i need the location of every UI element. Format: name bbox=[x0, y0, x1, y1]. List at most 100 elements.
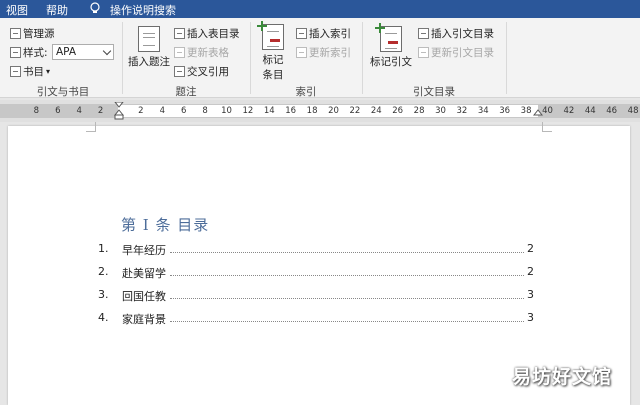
mark-citation-label: 标记引文 bbox=[370, 56, 412, 68]
mark-entry-button[interactable]: 标记 条目 bbox=[256, 21, 290, 82]
group-label-captions: 题注 bbox=[175, 86, 197, 98]
update-toa-button[interactable]: 更新引文目录 bbox=[418, 45, 494, 60]
ruler-number: 30 bbox=[435, 106, 446, 116]
bibliography-label: 书目 bbox=[23, 66, 44, 78]
ruler-number: 8 bbox=[33, 106, 40, 116]
ruler-number: 14 bbox=[263, 106, 275, 116]
page-corner-mark bbox=[86, 122, 96, 132]
indent-marker-icon[interactable] bbox=[114, 102, 124, 120]
bibliography-icon bbox=[10, 66, 21, 77]
title-bar: 视图 帮助 操作说明搜索 bbox=[0, 0, 640, 18]
toc-entry-number: 1. bbox=[98, 242, 109, 255]
horizontal-ruler[interactable]: 8 6 4 2 2 4 6 8 10 12 14 16 18 20 22 24 26 28 30 32 34 36 38 40… bbox=[0, 100, 640, 122]
insert-caption-label: 插入题注 bbox=[128, 56, 170, 68]
update-table-button[interactable]: 更新表格 bbox=[174, 45, 229, 60]
ruler-number: 18 bbox=[306, 106, 318, 116]
manage-sources-label: 管理源 bbox=[23, 28, 55, 40]
update-table-icon bbox=[174, 47, 185, 58]
group-separator bbox=[506, 22, 507, 94]
mark-entry-label-line1: 标记 bbox=[262, 54, 284, 66]
citation-style-select[interactable]: APA bbox=[52, 44, 114, 60]
toc-entry-number: 2. bbox=[98, 265, 109, 278]
toc-entry-title: 家庭背景 bbox=[122, 313, 166, 326]
menu-view[interactable]: 视图 bbox=[6, 2, 28, 18]
toc-heading: 第 I 条 目录 bbox=[121, 216, 210, 234]
ruler-number: 48 bbox=[627, 106, 639, 116]
cross-reference-button[interactable]: 交叉引用 bbox=[174, 64, 229, 79]
update-toa-label: 更新引文目录 bbox=[431, 47, 494, 59]
ruler-number: 28 bbox=[413, 106, 425, 116]
group-label-toa: 引文目录 bbox=[413, 86, 455, 98]
style-label-wrap: 样式: bbox=[10, 45, 48, 60]
toc-entry-number: 4. bbox=[98, 311, 109, 324]
update-index-label: 更新索引 bbox=[309, 47, 351, 59]
mark-citation-button[interactable]: 标记引文 bbox=[368, 23, 414, 69]
toc-leader-dots bbox=[170, 275, 524, 276]
ruler-number: 2 bbox=[97, 106, 104, 116]
toc-entry-title: 赴美留学 bbox=[122, 267, 166, 280]
insert-index-button[interactable]: 插入索引 bbox=[296, 26, 351, 41]
ruler-number: 16 bbox=[285, 106, 297, 116]
watermark-text: 易坊好文馆 bbox=[511, 366, 612, 388]
dropdown-arrow-icon: ▾ bbox=[46, 67, 51, 76]
toc-leader-dots bbox=[170, 321, 524, 322]
ruler-number: 46 bbox=[606, 106, 618, 116]
group-separator bbox=[250, 22, 251, 94]
ruler-number: 44 bbox=[584, 106, 596, 116]
toc-entry[interactable]: 3. 回国任教 3 bbox=[98, 288, 538, 304]
cross-reference-label: 交叉引用 bbox=[187, 66, 229, 78]
toc-entry-page: 2 bbox=[527, 265, 534, 278]
ruler-number: 10 bbox=[221, 106, 232, 116]
ruler-number: 6 bbox=[55, 106, 61, 116]
ruler-number: 22 bbox=[349, 106, 361, 116]
ruler-number: 34 bbox=[477, 106, 489, 116]
ruler-number: 38 bbox=[520, 106, 532, 116]
bibliography-button[interactable]: 书目 ▾ bbox=[10, 64, 50, 79]
insert-toa-icon bbox=[418, 28, 429, 39]
ruler-number: 26 bbox=[392, 106, 404, 116]
mark-entry-label-line2: 条目 bbox=[262, 69, 284, 81]
insert-caption-icon bbox=[138, 26, 160, 52]
ruler-number: 8 bbox=[202, 106, 208, 116]
manage-sources-icon bbox=[10, 28, 21, 39]
insert-table-of-figures-button[interactable]: 插入表目录 bbox=[174, 26, 240, 41]
group-label-citations: 引文与书目 bbox=[36, 86, 90, 98]
toc-leader-dots bbox=[170, 298, 524, 299]
cross-reference-icon bbox=[174, 66, 185, 77]
insert-caption-button[interactable]: 插入题注 bbox=[126, 26, 172, 69]
ruler-number: 40 bbox=[542, 106, 553, 116]
tell-me-search[interactable]: 操作说明搜索 bbox=[110, 2, 176, 18]
ribbon-references: 管理源 样式: APA 书目 ▾ 引文与书目 插入题注 插入表目录 更新表格 交… bbox=[0, 18, 640, 98]
toc-entry-title: 早年经历 bbox=[122, 244, 166, 257]
ruler-number: 42 bbox=[563, 106, 575, 116]
ruler-number: 4 bbox=[76, 106, 82, 116]
group-label-index: 索引 bbox=[295, 86, 317, 98]
citation-style-value: APA bbox=[56, 46, 77, 58]
update-toa-icon bbox=[418, 47, 429, 58]
ruler-number: 32 bbox=[456, 106, 468, 116]
page-corner-mark bbox=[542, 122, 552, 132]
ruler-number: 4 bbox=[159, 106, 166, 116]
toc-entry-number: 3. bbox=[98, 288, 109, 301]
toc-entry[interactable]: 1. 早年经历 2 bbox=[98, 242, 538, 258]
chevron-down-icon bbox=[102, 46, 112, 56]
manage-sources-button[interactable]: 管理源 bbox=[10, 26, 55, 41]
group-separator bbox=[122, 22, 123, 94]
toc-entry[interactable]: 4. 家庭背景 3 bbox=[98, 311, 538, 327]
insert-index-icon bbox=[296, 28, 307, 39]
mark-citation-icon bbox=[375, 23, 402, 52]
menu-help[interactable]: 帮助 bbox=[46, 2, 68, 18]
table-of-figures-icon bbox=[174, 28, 185, 39]
toc-entry[interactable]: 2. 赴美留学 2 bbox=[98, 265, 538, 281]
mark-entry-icon bbox=[257, 21, 284, 50]
insert-toa-button[interactable]: 插入引文目录 bbox=[418, 26, 494, 41]
update-index-button[interactable]: 更新索引 bbox=[296, 45, 351, 60]
insert-table-of-figures-label: 插入表目录 bbox=[187, 28, 240, 40]
ruler-number: 2 bbox=[138, 106, 144, 116]
ruler-number: 24 bbox=[370, 106, 382, 116]
toc-entry-title: 回国任教 bbox=[122, 290, 166, 303]
update-index-icon bbox=[296, 47, 307, 58]
ruler-number: 12 bbox=[242, 106, 254, 116]
style-label: 样式: bbox=[23, 47, 48, 59]
toc-entry-page: 3 bbox=[527, 311, 534, 324]
